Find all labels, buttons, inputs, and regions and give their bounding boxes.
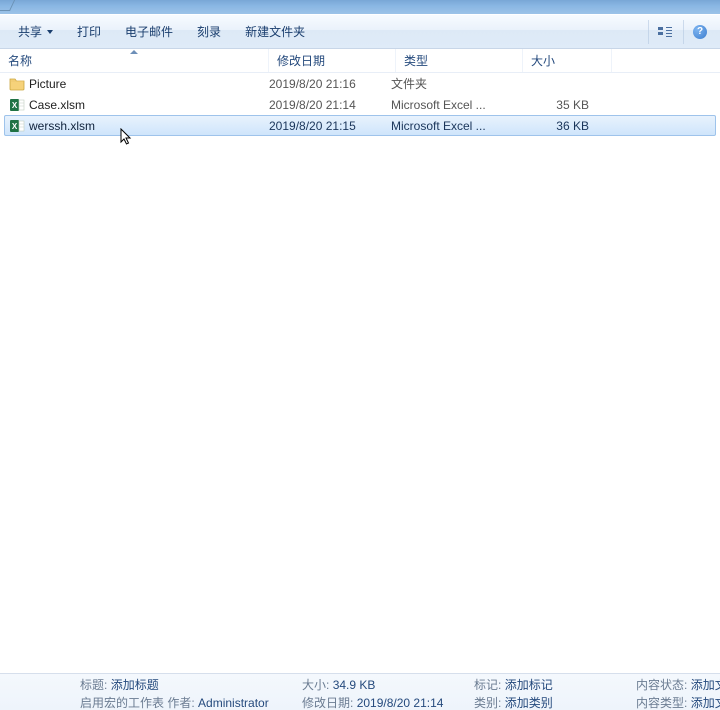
email-button[interactable]: 电子邮件 — [115, 19, 183, 44]
header-date[interactable]: 修改日期 — [269, 49, 396, 72]
folder-icon — [9, 76, 25, 92]
file-type-cell: Microsoft Excel ... — [387, 98, 509, 112]
status-ctype-value[interactable]: 添加文本 — [691, 696, 720, 710]
status-cat-label: 类别: — [474, 696, 501, 710]
view-mode-button[interactable] — [648, 20, 681, 44]
file-row[interactable]: X Case.xlsm 2019/8/20 21:14Microsoft Excel… — [4, 94, 716, 115]
status-size-value: 34.9 KB — [333, 678, 376, 692]
file-date-cell: 2019/8/20 21:16 — [265, 77, 387, 91]
file-name-text: Picture — [29, 77, 66, 91]
column-headers: 名称 修改日期 类型 大小 — [0, 49, 720, 73]
file-name-text: Case.xlsm — [29, 98, 85, 112]
window-titlebar — [0, 0, 720, 14]
file-row[interactable]: Xwerssh.xlsm2019/8/20 21:15Microsoft Exc… — [4, 115, 716, 136]
status-author-label: 启用宏的工作表 作者: — [80, 696, 195, 710]
status-title-value[interactable]: 添加标题 — [111, 678, 159, 692]
file-date-cell: 2019/8/20 21:14 — [265, 98, 387, 112]
file-name-text: werssh.xlsm — [29, 119, 95, 133]
file-type-cell: Microsoft Excel ... — [387, 119, 509, 133]
status-tag-label: 标记: — [474, 678, 501, 692]
email-label: 电子邮件 — [125, 23, 173, 40]
details-pane: 标题: 添加标题 启用宏的工作表 作者: Administrator 大小: 3… — [0, 673, 720, 710]
status-date-label: 修改日期: — [302, 696, 353, 710]
file-name-cell: Picture — [5, 76, 265, 92]
header-size[interactable]: 大小 — [523, 49, 612, 72]
sort-ascending-icon — [130, 50, 138, 54]
print-button[interactable]: 打印 — [67, 19, 111, 44]
status-date-value: 2019/8/20 21:14 — [357, 696, 444, 710]
file-name-cell: Xwerssh.xlsm — [5, 118, 265, 134]
file-size-cell: 36 KB — [509, 119, 589, 133]
status-ctype-label: 内容类型: — [636, 696, 687, 710]
burn-label: 刻录 — [197, 23, 221, 40]
file-row[interactable]: Picture 2019/8/20 21:16文件夹 — [4, 73, 716, 94]
new-folder-button[interactable]: 新建文件夹 — [235, 19, 315, 44]
burn-button[interactable]: 刻录 — [187, 19, 231, 44]
new-folder-label: 新建文件夹 — [245, 23, 305, 40]
status-author-value: Administrator — [198, 696, 269, 710]
share-menu[interactable]: 共享 — [8, 19, 63, 44]
help-icon: ? — [693, 25, 707, 39]
header-size-label: 大小 — [531, 52, 555, 69]
status-cstat-label: 内容状态: — [636, 678, 687, 692]
header-name-label: 名称 — [8, 52, 32, 69]
excel-icon: X — [9, 97, 25, 113]
file-name-cell: X Case.xlsm — [5, 97, 265, 113]
excel-icon: X — [9, 118, 25, 134]
header-date-label: 修改日期 — [277, 52, 325, 69]
help-button[interactable]: ? — [683, 20, 716, 44]
status-size-label: 大小: — [302, 678, 329, 692]
status-cstat-value[interactable]: 添加文本 — [691, 678, 720, 692]
view-mode-icon — [656, 25, 674, 39]
share-label: 共享 — [18, 23, 42, 40]
status-cat-value[interactable]: 添加类别 — [505, 696, 553, 710]
header-type[interactable]: 类型 — [396, 49, 523, 72]
file-size-cell: 35 KB — [509, 98, 589, 112]
status-title-label: 标题: — [80, 678, 107, 692]
file-type-cell: 文件夹 — [387, 75, 509, 92]
header-type-label: 类型 — [404, 52, 428, 69]
svg-text:X: X — [12, 122, 18, 131]
svg-text:X: X — [12, 101, 18, 110]
command-bar: 共享 打印 电子邮件 刻录 新建文件夹 ? — [0, 14, 720, 49]
chevron-down-icon — [47, 30, 53, 34]
file-date-cell: 2019/8/20 21:15 — [265, 119, 387, 133]
print-label: 打印 — [77, 23, 101, 40]
status-tag-value[interactable]: 添加标记 — [505, 678, 553, 692]
file-list: Picture 2019/8/20 21:16文件夹 X Case.xlsm 2019/… — [0, 73, 720, 136]
header-name[interactable]: 名称 — [0, 49, 269, 72]
